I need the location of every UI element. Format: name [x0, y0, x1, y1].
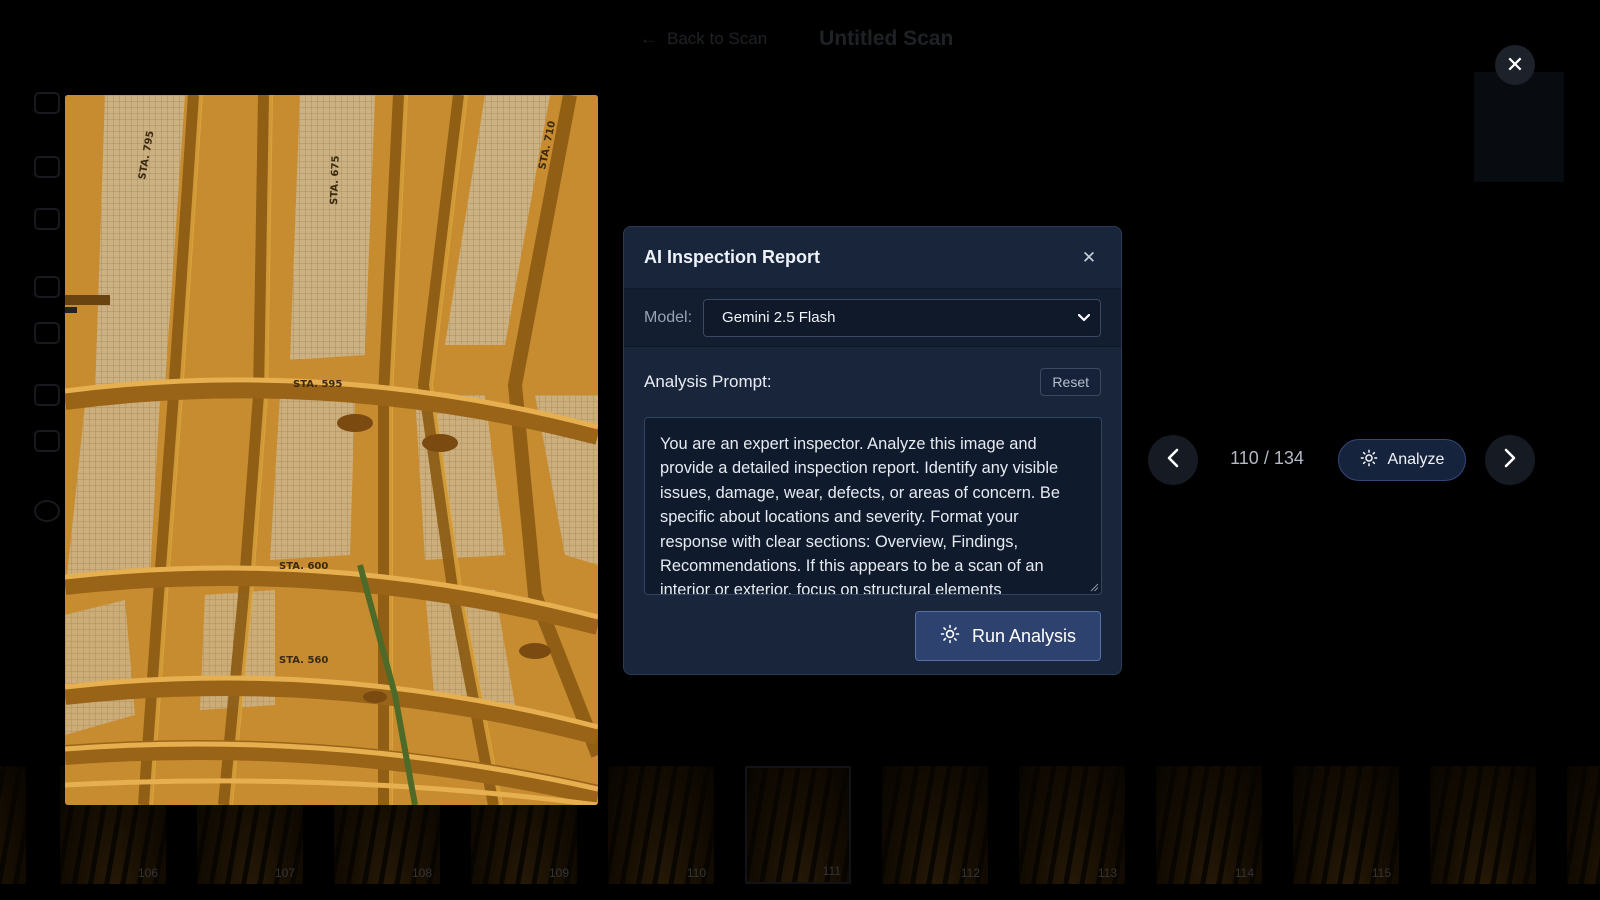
analysis-prompt-textarea[interactable]: You are an expert inspector. Analyze thi… [644, 417, 1102, 595]
sparkle-sun-icon [1360, 449, 1378, 472]
chevron-right-icon [1503, 448, 1517, 473]
run-analysis-label: Run Analysis [971, 625, 1077, 646]
ai-inspection-report-modal: AI Inspection Report ✕ Model: Gemini 2.5… [623, 226, 1122, 675]
thumbnail-number: 115 [1371, 866, 1391, 880]
modal-title: AI Inspection Report [644, 247, 821, 267]
thumbnail-number: 106 [137, 866, 158, 880]
thumbnail-number: 108 [411, 866, 432, 880]
back-to-scan-label: Back to Scan [667, 29, 768, 48]
camera-icon [34, 156, 60, 178]
thumbnail[interactable]: 115 [1293, 766, 1399, 884]
prompt-header: Analysis Prompt: Reset [624, 347, 1121, 417]
chevron-down-icon [1078, 313, 1090, 322]
model-row: Model: Gemini 2.5 Flash [624, 289, 1121, 347]
gallery-icon [34, 208, 60, 230]
model-label: Model: [644, 308, 693, 326]
back-to-scan-link: ← Back to Scan [640, 29, 767, 49]
settings-icon [34, 500, 60, 522]
chevron-left-icon [1166, 448, 1180, 473]
run-analysis-button[interactable]: Run Analysis [915, 611, 1101, 661]
arrow-left-icon: ← [640, 29, 657, 48]
thumbnail-number: 114 [1234, 866, 1254, 880]
close-viewer-button[interactable]: ✕ [1495, 45, 1535, 85]
layers-icon [34, 92, 60, 114]
sparkle-sun-icon [940, 624, 960, 649]
stencil-label: STA. 600 [279, 561, 328, 572]
tag-icon [34, 322, 60, 344]
notes-icon [34, 384, 60, 406]
thumbnail-number: 110 [686, 866, 706, 880]
thumbnail-number: 113 [1097, 866, 1117, 880]
model-select[interactable]: Gemini 2.5 Flash [703, 298, 1101, 337]
prompt-text: You are an expert inspector. Analyze thi… [660, 435, 1060, 595]
thumbnail-number: 112 [960, 866, 980, 880]
stencil-label: STA. 560 [279, 655, 328, 666]
reset-button[interactable]: Reset [1040, 368, 1101, 396]
model-selected-value: Gemini 2.5 Flash [722, 309, 836, 326]
inspection-photo: STA. 795 STA. 675 STA. 710 STA. 595 STA.… [65, 95, 598, 805]
background-header: ← Back to Scan Untitled Scan [640, 24, 953, 54]
thumbnail[interactable] [0, 766, 26, 884]
stencil-label: STA. 675 [329, 155, 342, 205]
analyze-label: Analyze [1387, 451, 1445, 468]
thumbnail-number: 107 [274, 866, 295, 880]
close-icon: ✕ [1505, 52, 1525, 77]
thumbnail-active[interactable]: 111 [745, 766, 851, 884]
resize-grip-icon[interactable] [1089, 582, 1099, 592]
thumbnail[interactable]: 113 [1019, 766, 1125, 884]
background-sidebar [30, 88, 66, 568]
analyze-button[interactable]: Analyze [1338, 439, 1466, 481]
modal-header: AI Inspection Report ✕ [624, 227, 1121, 289]
thumbnail[interactable]: 112 [882, 766, 988, 884]
previous-image-button[interactable] [1148, 435, 1198, 485]
close-icon: ✕ [1081, 247, 1097, 267]
thumbnail[interactable] [1430, 766, 1536, 884]
thumbnail[interactable]: 114 [1156, 766, 1262, 884]
prompt-label: Analysis Prompt: [644, 372, 772, 391]
modal-footer: Run Analysis [624, 595, 1121, 661]
scan-title: Untitled Scan [819, 27, 954, 50]
next-image-button[interactable] [1485, 435, 1535, 485]
modal-close-button[interactable]: ✕ [1077, 246, 1101, 270]
measure-icon [34, 276, 60, 298]
thumbnail-number: 111 [822, 864, 841, 878]
thumbnail[interactable]: 110 [608, 766, 714, 884]
thumbnail-number: 109 [548, 866, 569, 880]
fuselage-interior-illustration: STA. 795 STA. 675 STA. 710 STA. 595 STA.… [65, 95, 598, 805]
thumbnail[interactable] [1567, 766, 1600, 884]
report-icon [34, 430, 60, 452]
background-panel [1474, 72, 1564, 182]
image-counter: 110 / 134 [1230, 448, 1304, 468]
stencil-label: STA. 595 [293, 379, 342, 390]
